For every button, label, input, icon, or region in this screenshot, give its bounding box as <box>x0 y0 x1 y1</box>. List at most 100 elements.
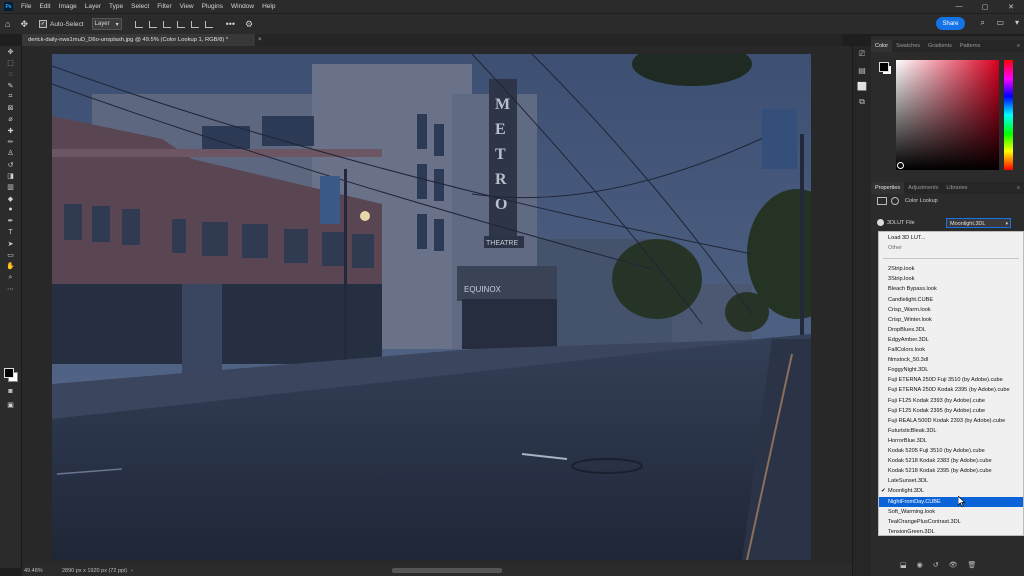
more-options-button[interactable]: ••• <box>226 19 235 29</box>
lut-option-item[interactable]: TealOrangePlusContrast.3DL <box>879 517 1023 527</box>
history-brush-icon[interactable]: ↺ <box>0 159 21 170</box>
menu-edit[interactable]: Edit <box>35 0 54 13</box>
lut-option-item[interactable]: ✔ Moonlight.3DL <box>879 486 1023 496</box>
search-icon[interactable]: ⌕ <box>981 18 985 28</box>
visibility-icon[interactable]: 👁 <box>949 561 958 569</box>
foreground-color-swatch[interactable] <box>4 368 14 378</box>
lut-option-item[interactable]: Fuji F125 Kodak 2395 (by Adobe).cube <box>879 406 1023 416</box>
lasso-tool-icon[interactable]: ◌ <box>0 69 21 80</box>
lut-option-item[interactable]: Bleach Bypass.look <box>879 284 1023 294</box>
dodge-tool-icon[interactable]: ● <box>0 204 21 215</box>
lut-option-item[interactable]: Fuji F125 Kodak 2393 (by Adobe).cube <box>879 396 1023 406</box>
tab-adjustments[interactable]: Adjustments <box>904 182 942 194</box>
frame-tool-icon[interactable]: ⊠ <box>0 102 21 113</box>
lut-file-select[interactable]: Moonlight.3DL ▾ <box>946 218 1011 228</box>
screen-mode-icon[interactable]: ▣ <box>0 399 21 410</box>
healing-brush-icon[interactable]: ✚ <box>0 125 21 136</box>
zoom-tool-icon[interactable]: ⌕ <box>0 272 21 283</box>
pen-tool-icon[interactable]: ✒ <box>0 215 21 226</box>
lut-option-item[interactable]: DropBlues.3DL <box>879 325 1023 335</box>
horizontal-scrollbar[interactable] <box>392 568 502 573</box>
rectangle-tool-icon[interactable]: ▭ <box>0 249 21 260</box>
chevron-down-icon[interactable]: ▾ <box>1015 18 1019 27</box>
align-right-icon[interactable] <box>162 20 171 28</box>
share-button[interactable]: Share <box>936 17 965 30</box>
close-button[interactable]: ✕ <box>998 0 1024 13</box>
lut-dropdown-list[interactable]: Load 3D LUT... Other 2Strip.look 3Strip.loo… <box>878 231 1024 536</box>
minimize-button[interactable]: — <box>946 0 972 13</box>
lut-option-item[interactable]: FuturisticBleak.3DL <box>879 426 1023 436</box>
mask-icon[interactable] <box>891 197 899 205</box>
actions-icon[interactable]: ⧉ <box>853 94 871 110</box>
tab-patterns[interactable]: Patterns <box>956 40 984 52</box>
lut-option-item[interactable]: LateSunset.3DL <box>879 476 1023 486</box>
eyedropper-tool-icon[interactable]: ⌀ <box>0 114 21 125</box>
menu-file[interactable]: File <box>17 0 35 13</box>
document-image[interactable]: M E T R O THEATRE EQUINOX <box>52 54 811 560</box>
lut-option-item[interactable]: HorrorBlue.3DL <box>879 436 1023 446</box>
lut-option-item[interactable]: Fuji REALA 500D Kodak 2393 (by Adobe).cu… <box>879 416 1023 426</box>
align-center-icon[interactable] <box>148 20 157 28</box>
lut-option-item[interactable]: filmstock_50.3dl <box>879 355 1023 365</box>
gear-icon[interactable]: ⚙ <box>245 19 253 30</box>
move-tool-icon[interactable]: ✥ <box>0 46 21 57</box>
comment-icon[interactable]: ▤ <box>853 62 871 78</box>
crop-tool-icon[interactable]: ⌗ <box>0 91 21 102</box>
path-select-icon[interactable]: ➤ <box>0 238 21 249</box>
close-tab-icon[interactable]: × <box>258 34 262 46</box>
clip-to-layer-icon[interactable]: ⬓ <box>900 561 907 569</box>
menu-filter[interactable]: Filter <box>153 0 175 13</box>
lut-option-item[interactable]: Crisp_Warm.look <box>879 305 1023 315</box>
menu-window[interactable]: Window <box>227 0 258 13</box>
lut-option-item[interactable]: Crisp_Winter.look <box>879 315 1023 325</box>
learn-icon[interactable]: ⬜ <box>853 78 871 94</box>
menu-select[interactable]: Select <box>127 0 153 13</box>
more-tools-icon[interactable]: ⋯ <box>0 283 21 294</box>
quick-select-tool-icon[interactable]: ✎ <box>0 80 21 91</box>
chevron-right-icon[interactable]: › <box>131 568 133 574</box>
align-top-icon[interactable] <box>176 20 185 28</box>
menu-view[interactable]: View <box>176 0 198 13</box>
auto-select-checkbox[interactable]: ✓ Auto-Select <box>38 20 84 28</box>
lut-option-item[interactable]: EdgyAmber.3DL <box>879 335 1023 345</box>
other-item[interactable]: Other <box>879 243 1023 253</box>
color-picker-cursor[interactable] <box>897 162 904 169</box>
blur-tool-icon[interactable]: ◆ <box>0 193 21 204</box>
home-icon[interactable]: ⌂ <box>5 19 10 29</box>
lut-option-item[interactable]: NightFromDay.CUBE <box>879 496 1023 507</box>
lut-option-item[interactable]: FallColors.look <box>879 345 1023 355</box>
tab-libraries[interactable]: Libraries <box>942 182 971 194</box>
view-previous-icon[interactable]: ◉ <box>917 561 923 569</box>
menu-image[interactable]: Image <box>55 0 81 13</box>
align-middle-icon[interactable] <box>190 20 199 28</box>
menu-help[interactable]: Help <box>258 0 279 13</box>
marquee-tool-icon[interactable]: ⬚ <box>0 57 21 68</box>
history-icon[interactable]: ⎚ <box>853 46 871 62</box>
foreground-color-swatch[interactable] <box>879 62 889 72</box>
lut-option-item[interactable]: 3Strip.look <box>879 274 1023 284</box>
tab-color[interactable]: Color <box>871 40 893 52</box>
tab-properties[interactable]: Properties <box>871 182 905 194</box>
reset-icon[interactable]: ↺ <box>933 561 939 569</box>
lut-option-item[interactable]: Kodak 5218 Kodak 2383 (by Adobe).cube <box>879 456 1023 466</box>
gradient-tool-icon[interactable]: ▥ <box>0 182 21 193</box>
hue-slider[interactable] <box>1004 60 1013 170</box>
align-left-icon[interactable] <box>134 20 143 28</box>
brush-tool-icon[interactable]: ✏ <box>0 136 21 147</box>
lut-option-item[interactable]: 2Strip.look <box>879 264 1023 274</box>
color-picker-field[interactable] <box>896 60 999 170</box>
type-tool-icon[interactable]: T <box>0 227 21 238</box>
load-3d-lut-item[interactable]: Load 3D LUT... <box>879 233 1023 243</box>
move-tool-icon[interactable]: ✥ <box>20 19 28 30</box>
menu-layer[interactable]: Layer <box>81 0 105 13</box>
lut-file-radio[interactable] <box>877 219 884 226</box>
tab-gradients[interactable]: Gradients <box>924 40 956 52</box>
lut-option-item[interactable]: Fuji ETERNA 250D Kodak 2395 (by Adobe).c… <box>879 385 1023 395</box>
eraser-tool-icon[interactable]: ◨ <box>0 170 21 181</box>
tab-swatches[interactable]: Swatches <box>892 40 924 52</box>
panel-menu-icon[interactable]: ≡ <box>1013 40 1024 52</box>
lut-option-item[interactable]: TensionGreen.3DL <box>879 527 1023 537</box>
trash-icon[interactable]: 🗑 <box>968 561 977 569</box>
lut-option-item[interactable]: FoggyNight.3DL <box>879 365 1023 375</box>
document-tab[interactable]: derick-daily-nws1muD_D6o-unsplash.jpg @ … <box>22 34 255 46</box>
